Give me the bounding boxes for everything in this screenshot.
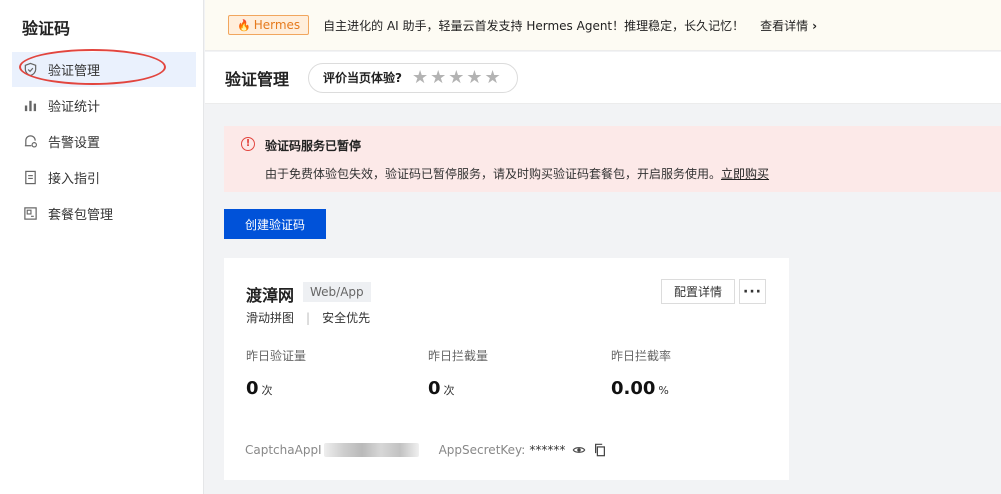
sidebar-item-label: 验证管理 xyxy=(48,64,101,79)
sidebar-item-label: 验证统计 xyxy=(48,100,101,115)
buy-now-link[interactable]: 立即购买 xyxy=(721,167,769,181)
stat-yesterday-intercept-rate: 昨日拦截率 0.00 % xyxy=(611,347,671,399)
sidebar-item-verification-management[interactable]: 验证管理 xyxy=(12,52,196,87)
captcha-mode: 安全优先 xyxy=(322,311,371,325)
stat-label: 昨日验证量 xyxy=(246,349,307,363)
page-header: 验证管理 评价当页体验? ★ ★ ★ ★ ★ xyxy=(205,52,1001,104)
stat-unit: % xyxy=(658,384,669,397)
sidebar-item-package-management[interactable]: 套餐包管理 xyxy=(12,196,196,231)
page-title: 验证管理 xyxy=(225,69,290,89)
banner-text: 自主进化的 AI 助手，轻量云首发支持 Hermes Agent！推理稳定，长久… xyxy=(323,18,745,33)
alert-body: 由于免费体验包失效，验证码已暂停服务，请及时购买验证码套餐包，开启服务使用。立即… xyxy=(265,165,769,182)
error-icon: ! xyxy=(241,137,255,151)
create-captcha-button[interactable]: 创建验证码 xyxy=(224,209,326,239)
star-icon[interactable]: ★ xyxy=(448,67,464,88)
banner-details-link[interactable]: 查看详情 › xyxy=(760,17,817,34)
banner-link-label: 查看详情 xyxy=(760,18,809,33)
sidebar-title: 验证码 xyxy=(22,19,71,38)
promo-banner: 🔥 Hermes 自主进化的 AI 助手，轻量云首发支持 Hermes Agen… xyxy=(205,0,1001,51)
stat-label: 昨日拦截量 xyxy=(428,349,489,363)
platform-tag: Web/App xyxy=(303,282,371,302)
rating-label: 评价当页体验? xyxy=(323,71,402,85)
rating-widget: 评价当页体验? ★ ★ ★ ★ ★ xyxy=(308,62,518,93)
stat-value: 0 xyxy=(428,378,441,399)
stat-value: 0 xyxy=(246,378,259,399)
sidebar-item-label: 接入指引 xyxy=(48,172,101,187)
copy-icon[interactable] xyxy=(593,443,607,457)
sidebar-item-alarm-settings[interactable]: 告警设置 xyxy=(12,124,196,159)
chevron-right-icon: › xyxy=(812,18,818,33)
sidebar-item-access-guide[interactable]: 接入指引 xyxy=(12,160,196,195)
stat-yesterday-intercepts: 昨日拦截量 0 次 xyxy=(428,347,488,399)
config-details-button[interactable]: 配置详情 xyxy=(661,279,735,304)
app-name: 渡漳网 xyxy=(246,286,295,305)
sidebar-item-label: 告警设置 xyxy=(48,136,101,151)
star-icon[interactable]: ★ xyxy=(430,67,446,88)
alert-title: 验证码服务已暂停 xyxy=(265,139,362,153)
service-paused-alert: ! 验证码服务已暂停 由于免费体验包失效，验证码已暂停服务，请及时购买验证码套餐… xyxy=(224,126,1001,192)
shield-icon xyxy=(22,62,38,78)
star-icon[interactable]: ★ xyxy=(485,67,501,88)
redacted-app-id xyxy=(323,443,419,457)
card-footer: CaptchaAppI AppSecretKey: ****** xyxy=(245,443,607,457)
hermes-tag-label: Hermes xyxy=(253,18,301,32)
secret-key-value: ****** xyxy=(529,443,566,457)
more-options-button[interactable]: ··· xyxy=(739,279,766,304)
attribute-separator: | xyxy=(306,310,311,325)
star-icon[interactable]: ★ xyxy=(466,67,482,88)
alert-body-text: 由于免费体验包失效，验证码已暂停服务，请及时购买验证码套餐包，开启服务使用。 xyxy=(265,167,722,181)
stat-unit: 次 xyxy=(261,384,273,397)
fire-icon: 🔥 xyxy=(237,18,251,32)
package-icon xyxy=(22,206,38,222)
stat-unit: 次 xyxy=(443,384,455,397)
secret-key-label: AppSecretKey: xyxy=(438,443,526,457)
document-icon xyxy=(22,170,38,186)
stat-value: 0.00 xyxy=(611,378,656,399)
eye-icon[interactable] xyxy=(572,443,586,457)
bar-chart-icon xyxy=(22,98,38,114)
main-content: 🔥 Hermes 自主进化的 AI 助手，轻量云首发支持 Hermes Agen… xyxy=(205,0,1001,494)
sidebar-item-label: 套餐包管理 xyxy=(48,208,114,223)
captcha-type: 滑动拼图 xyxy=(246,311,295,325)
stat-label: 昨日拦截率 xyxy=(611,349,672,363)
app-attributes: 滑动拼图 | 安全优先 xyxy=(246,309,370,326)
sidebar-item-verification-stats[interactable]: 验证统计 xyxy=(12,88,196,123)
stat-yesterday-verifications: 昨日验证量 0 次 xyxy=(246,347,306,399)
star-icon[interactable]: ★ xyxy=(412,67,428,88)
hermes-tag[interactable]: 🔥 Hermes xyxy=(228,15,310,35)
app-id-label: CaptchaAppI xyxy=(245,443,322,457)
captcha-app-card: 渡漳网 Web/App 配置详情 ··· 滑动拼图 | 安全优先 昨日验证量 0… xyxy=(224,258,789,480)
alarm-settings-icon xyxy=(22,134,38,150)
sidebar: 验证码 验证管理 验证统计 告警设置 接入指引 套餐包管理 xyxy=(0,0,204,494)
